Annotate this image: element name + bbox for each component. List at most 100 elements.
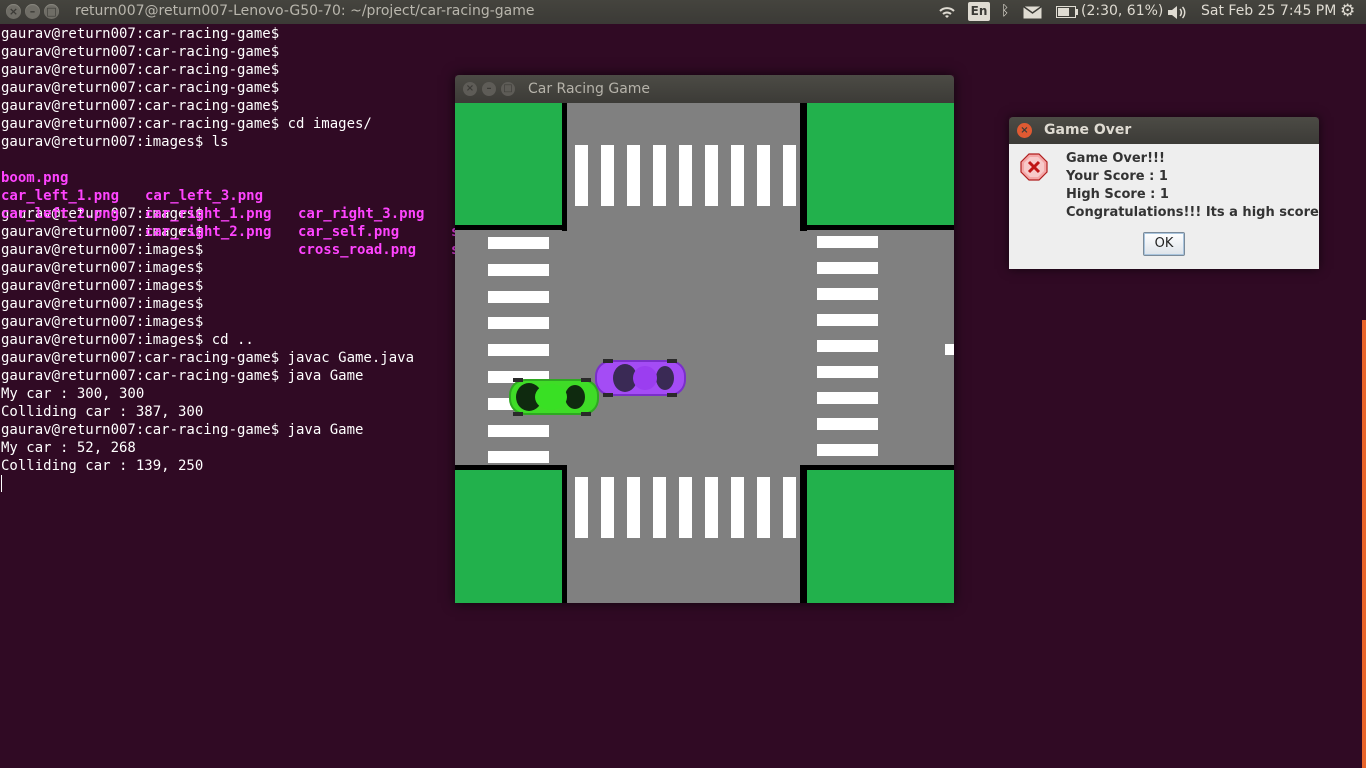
high-score-text: High Score : 1 xyxy=(1066,187,1169,202)
window-edge xyxy=(1362,320,1366,768)
crosswalk-stripe xyxy=(653,477,666,538)
minimize-window-button[interactable]: – xyxy=(25,4,40,19)
ok-button[interactable]: OK xyxy=(1143,232,1185,256)
crosswalk-stripe xyxy=(731,477,744,538)
terminal-cursor xyxy=(1,475,2,492)
settings-gear-icon[interactable]: ⚙ xyxy=(1340,1,1355,21)
game-window[interactable]: × – □ Car Racing Game xyxy=(455,75,954,603)
crosswalk-stripe xyxy=(488,451,549,464)
file-name: car_left_3.png xyxy=(145,188,264,204)
crosswalk-stripe xyxy=(817,288,878,300)
terminal-line: gaurav@return007:car-racing-game$ java G… xyxy=(1,368,364,384)
terminal-line: gaurav@return007:images$ cd .. xyxy=(1,332,254,348)
curb xyxy=(800,225,954,230)
terminal-line: gaurav@return007:car-racing-game$ xyxy=(1,26,280,42)
crosswalk-stripe xyxy=(817,418,878,430)
game-close-button[interactable]: × xyxy=(463,82,477,96)
grass-top-left xyxy=(455,103,562,225)
lane-marker xyxy=(945,344,954,355)
ls-output-row: car_left_2.png car_right_2.png cross_roa… xyxy=(1,187,416,258)
crosswalk-stripe xyxy=(757,145,770,206)
crosswalk-stripe xyxy=(731,145,744,206)
terminal-line: Colliding car : 387, 300 xyxy=(1,404,204,420)
crosswalk-stripe xyxy=(817,236,878,248)
colliding-car xyxy=(595,359,686,397)
curb xyxy=(562,103,567,231)
crosswalk-stripe xyxy=(679,145,692,206)
terminal-line: gaurav@return007:car-racing-game$ xyxy=(1,44,280,60)
crosswalk-stripe xyxy=(679,477,692,538)
crosswalk-stripe xyxy=(817,444,878,456)
close-icon: × xyxy=(465,83,475,94)
terminal-line: gaurav@return007:car-racing-game$ java G… xyxy=(1,422,364,438)
dialog-title: Game Over xyxy=(1044,122,1132,138)
terminal-line: gaurav@return007:images$ xyxy=(1,314,204,330)
terminal-line: gaurav@return007:car-racing-game$ javac … xyxy=(1,350,415,366)
battery-icon[interactable] xyxy=(1056,6,1078,18)
crosswalk-stripe xyxy=(488,290,549,303)
crosswalk-stripe xyxy=(757,477,770,538)
error-icon xyxy=(1020,153,1048,181)
terminal-line: gaurav@return007:images$ xyxy=(1,260,204,276)
minimize-icon: – xyxy=(486,83,492,94)
bluetooth-icon[interactable]: ᛒ xyxy=(1001,3,1009,19)
terminal-line: Colliding car : 139, 250 xyxy=(1,458,204,474)
close-window-button[interactable]: × xyxy=(6,4,21,19)
curb xyxy=(800,103,807,231)
crosswalk-stripe xyxy=(705,145,718,206)
terminal-line: gaurav@return007:car-racing-game$ xyxy=(1,80,280,96)
file-name: cross_road.png xyxy=(298,242,417,258)
crosswalk-stripe xyxy=(488,424,549,437)
game-over-dialog[interactable]: × Game Over Game Over!!! Your Score : 1 … xyxy=(1009,117,1319,269)
maximize-window-button[interactable]: □ xyxy=(44,4,59,19)
crosswalk-stripe xyxy=(783,145,796,206)
file-name: car_right_2.png xyxy=(145,224,272,240)
crosswalk-stripe xyxy=(488,263,549,276)
volume-icon[interactable] xyxy=(1167,5,1187,20)
terminal-line: gaurav@return007:images$ xyxy=(1,278,204,294)
road-canvas[interactable] xyxy=(455,103,954,603)
file-name: car_right_1.png xyxy=(145,206,272,222)
game-over-text: Game Over!!! xyxy=(1066,151,1165,166)
crosswalk-stripe xyxy=(575,145,588,206)
crosswalk-stripe xyxy=(653,145,666,206)
crosswalk-stripe xyxy=(488,344,549,357)
crosswalk-stripe xyxy=(488,317,549,330)
crosswalk-stripe xyxy=(817,262,878,274)
crosswalk-stripe xyxy=(627,477,640,538)
grass-top-right xyxy=(807,103,954,225)
terminal-line: My car : 52, 268 xyxy=(1,440,136,456)
ls-output-row: boom.png car_left_3.png car_right_3.png … xyxy=(1,151,459,240)
crosswalk-stripe xyxy=(601,145,614,206)
game-maximize-button[interactable]: □ xyxy=(501,82,515,96)
minimize-icon: – xyxy=(29,5,36,18)
window-title: return007@return007-Lenovo-G50-70: ~/pro… xyxy=(75,3,535,19)
curb xyxy=(455,465,567,470)
terminal-line: gaurav@return007:car-racing-game$ xyxy=(1,62,280,78)
grass-bottom-left xyxy=(455,470,562,603)
crosswalk-stripe xyxy=(601,477,614,538)
curb xyxy=(800,465,807,603)
crosswalk-stripe xyxy=(705,477,718,538)
terminal-line: gaurav@return007:car-racing-game$ cd ima… xyxy=(1,116,372,132)
keyboard-icon[interactable]: En xyxy=(968,2,990,21)
dialog-body: Game Over!!! Your Score : 1 High Score :… xyxy=(1009,144,1319,269)
file-name: car_self.png xyxy=(298,224,400,240)
crosswalk-stripe xyxy=(817,340,878,352)
dialog-close-button[interactable]: × xyxy=(1017,123,1032,138)
mail-icon[interactable] xyxy=(1023,6,1042,19)
clock[interactable]: Sat Feb 25 7:45 PM xyxy=(1201,3,1336,19)
crosswalk-stripe xyxy=(817,314,878,326)
crosswalk-stripe xyxy=(575,477,588,538)
maximize-icon: □ xyxy=(503,83,513,94)
game-title: Car Racing Game xyxy=(528,81,651,97)
crosswalk-stripe xyxy=(627,145,640,206)
wifi-icon[interactable] xyxy=(937,4,957,20)
dialog-titlebar[interactable]: × Game Over xyxy=(1009,117,1319,144)
terminal-line: gaurav@return007:images$ ls xyxy=(1,134,229,150)
crosswalk-stripe xyxy=(783,477,796,538)
grass-bottom-right xyxy=(807,470,954,603)
game-minimize-button[interactable]: – xyxy=(482,82,496,96)
game-titlebar[interactable]: × – □ Car Racing Game xyxy=(455,75,954,103)
close-icon: × xyxy=(1020,125,1029,136)
